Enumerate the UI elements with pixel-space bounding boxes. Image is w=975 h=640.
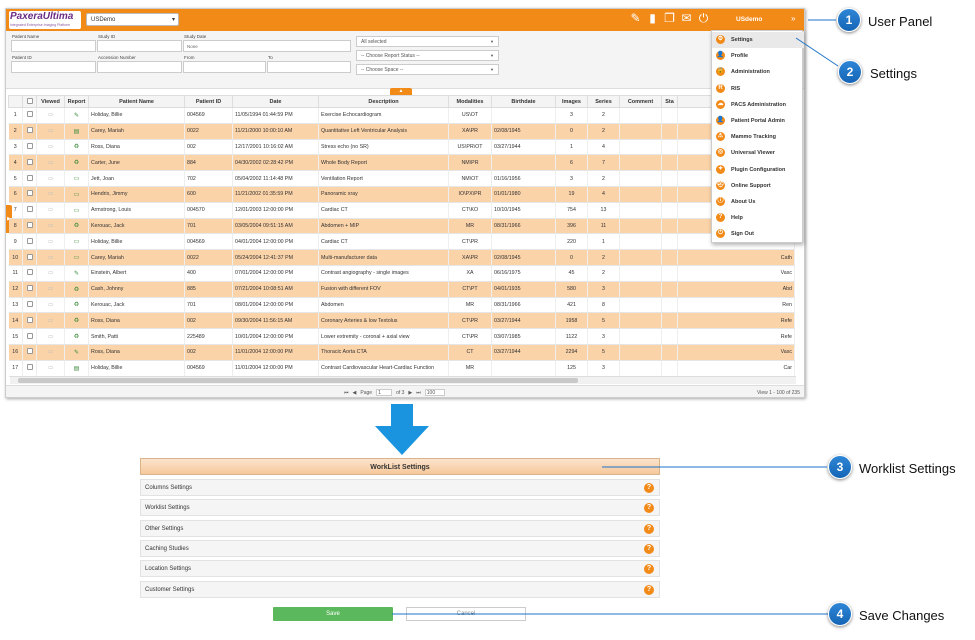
callout-label-3: Worklist Settings xyxy=(859,461,956,476)
callout-badge-3: 3 xyxy=(828,455,852,479)
callout-badge-1: 1 xyxy=(837,8,861,32)
callout-label-4: Save Changes xyxy=(859,608,945,623)
callout-badge-2: 2 xyxy=(838,60,862,84)
callout-badge-4: 4 xyxy=(828,602,852,626)
callout-label-2: Settings xyxy=(870,66,917,81)
callout-label-1: User Panel xyxy=(868,14,933,29)
callout-lines xyxy=(392,19,839,615)
